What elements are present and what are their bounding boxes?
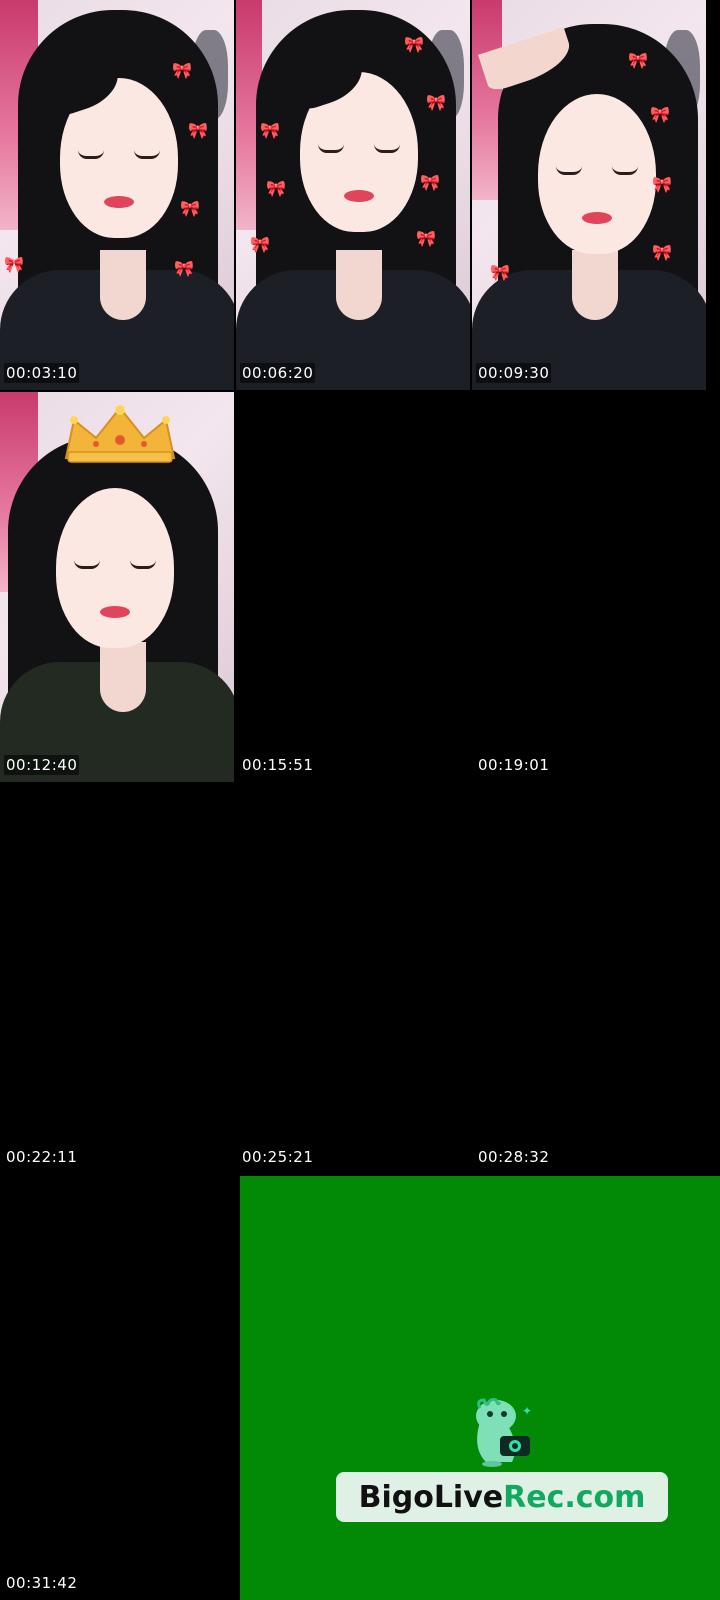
bow-sticker-icon: 🎀: [416, 229, 436, 248]
bow-sticker-icon: 🎀: [420, 173, 440, 192]
timestamp-label: 00:31:42: [6, 1574, 78, 1592]
bow-sticker-icon: 🎀: [652, 243, 672, 262]
brand-name-part1: BigoLive: [358, 1479, 504, 1515]
bow-sticker-icon: 🎀: [650, 105, 670, 124]
timestamp-label: 00:03:10: [4, 363, 80, 383]
thumbnail-9[interactable]: 00:28:32: [472, 784, 706, 1174]
timestamp-label: 00:22:11: [6, 1148, 78, 1166]
timestamp-label: 00:12:40: [4, 755, 80, 775]
bow-sticker-icon: 🎀: [250, 235, 270, 254]
thumbnail-8[interactable]: 00:25:21: [236, 784, 470, 1174]
timestamp-label: 00:09:30: [476, 363, 552, 383]
bow-sticker-icon: 🎀: [188, 121, 208, 140]
timestamp-label: 00:06:20: [240, 363, 316, 383]
end-card: ✦ BigoLive Rec.com: [240, 1176, 720, 1600]
bow-sticker-icon: 🎀: [404, 35, 424, 54]
thumbnail-7[interactable]: 00:22:11: [0, 784, 234, 1174]
bow-sticker-icon: 🎀: [628, 51, 648, 70]
thumbnail-6[interactable]: 00:19:01: [472, 392, 706, 782]
bow-sticker-icon: 🎀: [4, 255, 24, 274]
thumbnail-5[interactable]: 00:15:51: [236, 392, 470, 782]
brand-wordmark: BigoLive Rec.com: [336, 1472, 668, 1522]
video-frame: 🎀 🎀 🎀 🎀 🎀 🎀 🎀: [236, 0, 470, 390]
bow-sticker-icon: 🎀: [174, 259, 194, 278]
bow-sticker-icon: 🎀: [260, 121, 280, 140]
bow-sticker-icon: 🎀: [426, 93, 446, 112]
video-frame: 🎀 🎀 🎀 🎀 🎀: [472, 0, 706, 390]
thumbnail-4[interactable]: 00:12:40: [0, 392, 234, 782]
bow-sticker-icon: 🎀: [172, 61, 192, 80]
bow-sticker-icon: 🎀: [490, 263, 510, 282]
thumbnail-1[interactable]: 🎀 🎀 🎀 🎀 🎀 00:03:10: [0, 0, 234, 390]
video-frame: 🎀 🎀 🎀 🎀 🎀: [0, 0, 234, 390]
bow-sticker-icon: 🎀: [180, 199, 200, 218]
timestamp-label: 00:25:21: [242, 1148, 314, 1166]
bow-sticker-icon: 🎀: [266, 179, 286, 198]
crown-sticker-icon: [64, 405, 176, 463]
thumbnail-3[interactable]: 🎀 🎀 🎀 🎀 🎀 00:09:30: [472, 0, 706, 390]
bow-sticker-icon: 🎀: [652, 175, 672, 194]
timestamp-label: 00:15:51: [242, 756, 314, 774]
brand-name-part2: Rec.com: [503, 1479, 646, 1515]
thumbnail-grid: 🎀 🎀 🎀 🎀 🎀 00:03:10 🎀 🎀 🎀 🎀 🎀 🎀 🎀 00:06:2…: [0, 0, 720, 1600]
thumbnail-2[interactable]: 🎀 🎀 🎀 🎀 🎀 🎀 🎀 00:06:20: [236, 0, 470, 390]
timestamp-label: 00:28:32: [478, 1148, 550, 1166]
timestamp-label: 00:19:01: [478, 756, 550, 774]
brand-logo: ✦ BigoLive Rec.com: [336, 1396, 668, 1526]
thumbnail-10[interactable]: 00:31:42: [0, 1176, 234, 1600]
sparkle-icon: ✦: [522, 1404, 533, 1418]
video-frame: [0, 392, 234, 782]
